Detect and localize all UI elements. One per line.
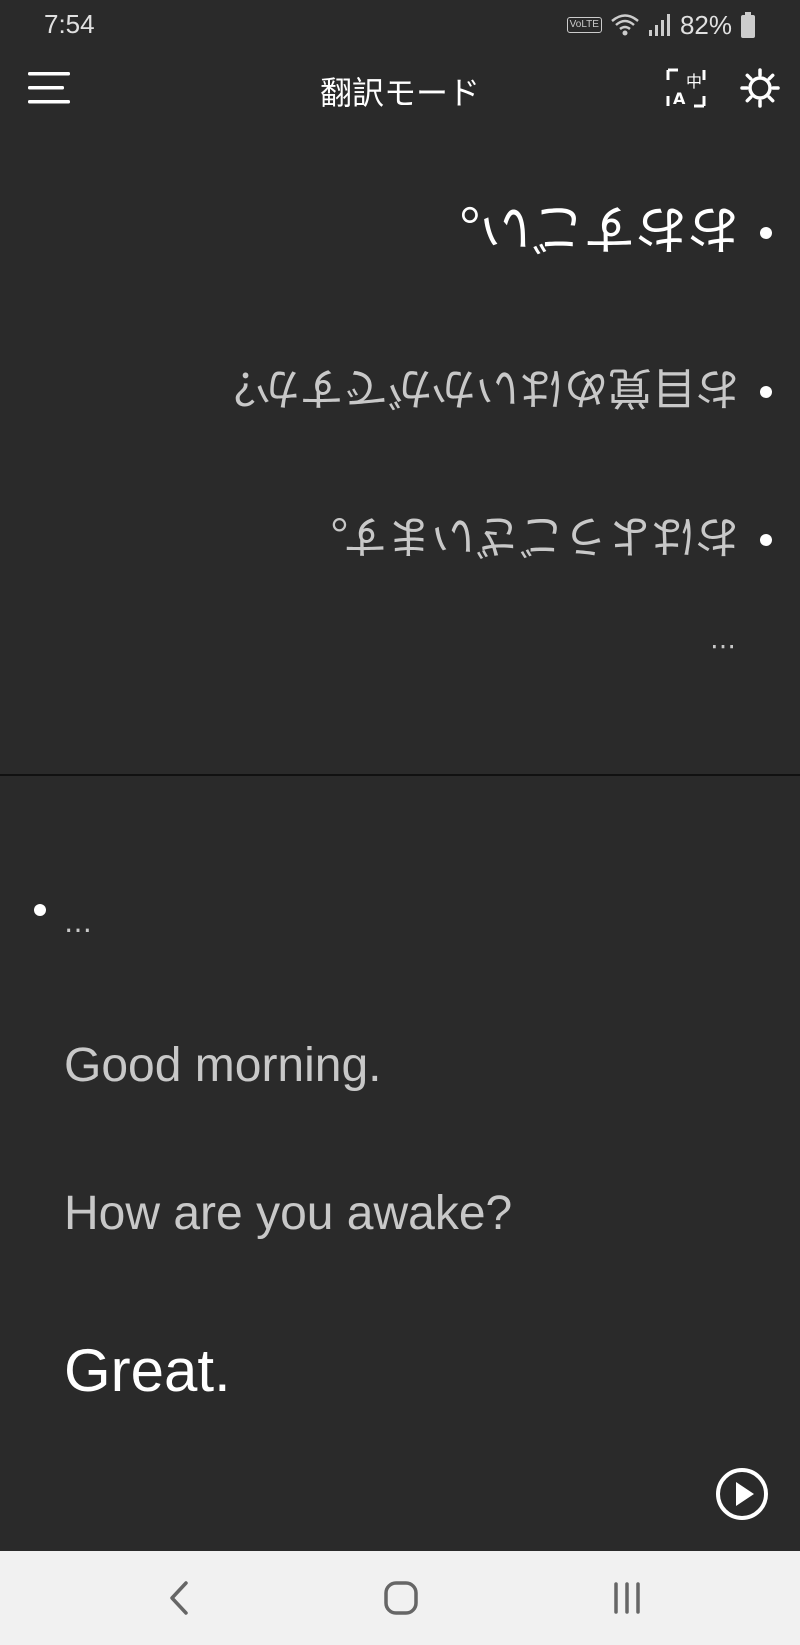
upper-line-text: お目覚めはいかがですか？ bbox=[212, 362, 740, 413]
lower-line-text: Good morning. bbox=[64, 1039, 382, 1092]
status-bar: 7:54 VoLTE 82% bbox=[0, 0, 800, 50]
app-bar: 翻訳モード 中 A bbox=[0, 52, 800, 132]
bullet-icon bbox=[760, 534, 772, 546]
upper-line-text: おおすごい。 bbox=[427, 197, 740, 257]
bullet-icon bbox=[34, 904, 46, 916]
settings-button[interactable] bbox=[738, 66, 782, 110]
upper-line: おはようございます。 bbox=[304, 508, 772, 572]
bullet-icon bbox=[760, 386, 772, 398]
svg-text:中: 中 bbox=[686, 72, 702, 91]
play-button[interactable] bbox=[714, 1466, 770, 1522]
back-button[interactable] bbox=[156, 1575, 202, 1621]
navigation-bar bbox=[0, 1551, 800, 1645]
upper-line: おおすごい。 bbox=[428, 195, 772, 270]
volte-icon: VoLTE bbox=[566, 17, 602, 33]
signal-icon bbox=[648, 14, 670, 36]
upper-line: お目覚めはいかがですか？ bbox=[212, 360, 772, 424]
upper-line-text: おはようございます。 bbox=[304, 510, 740, 561]
back-icon bbox=[170, 1581, 188, 1615]
gear-icon bbox=[740, 68, 780, 108]
battery-icon bbox=[741, 12, 755, 38]
status-icons: VoLTE 82% bbox=[566, 8, 756, 42]
recents-icon bbox=[614, 1582, 640, 1614]
status-time: 7:54 bbox=[44, 9, 95, 39]
home-icon bbox=[384, 1581, 418, 1615]
upper-translation-pane[interactable]: おおすごい。 お目覚めはいかがですか？ おはようございます。 … bbox=[0, 150, 800, 774]
lower-ellipsis: … bbox=[64, 906, 92, 939]
bullet-icon bbox=[760, 226, 772, 239]
lower-line-text: Great. bbox=[64, 1337, 231, 1404]
battery-percent: 82% bbox=[679, 9, 732, 40]
translation-screen: 7:54 VoLTE 82% 翻訳モード 中 A おおすごい。 お目覚めはいかが… bbox=[0, 0, 800, 1645]
svg-text:A: A bbox=[673, 89, 686, 108]
recents-button[interactable] bbox=[604, 1575, 650, 1621]
upper-ellipsis: … bbox=[710, 638, 736, 668]
translate-icon: 中 A bbox=[666, 68, 706, 108]
lower-translation-pane[interactable]: … Good morning. How are you awake? Great… bbox=[0, 776, 800, 1550]
lower-line-text: How are you awake? bbox=[64, 1187, 513, 1240]
home-button[interactable] bbox=[378, 1575, 424, 1621]
wifi-icon bbox=[611, 14, 639, 36]
play-circle-icon bbox=[716, 1468, 768, 1520]
translate-button[interactable]: 中 A bbox=[664, 66, 708, 110]
